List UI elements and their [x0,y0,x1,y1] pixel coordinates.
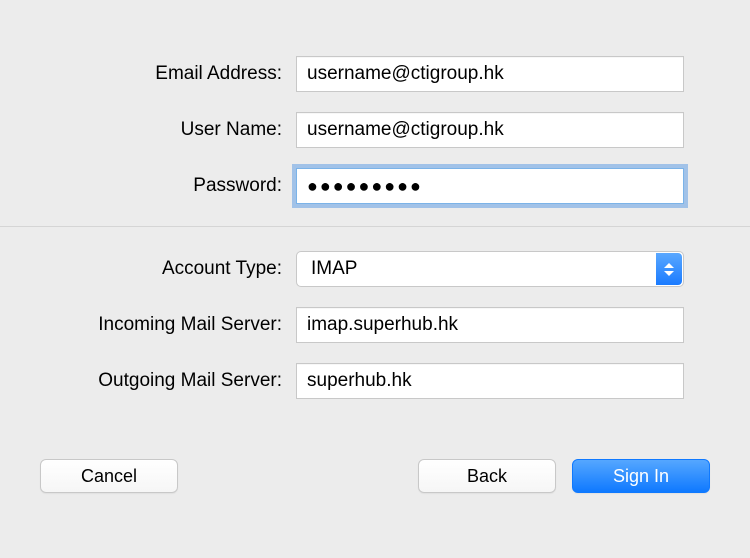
row-username: User Name: [40,112,710,148]
field-password: ●●●●●●●●● [296,168,684,204]
label-account-type: Account Type: [40,258,296,280]
row-incoming: Incoming Mail Server: [40,307,710,343]
incoming-server-input[interactable] [296,307,684,343]
cancel-button[interactable]: Cancel [40,459,178,493]
row-password: Password: ●●●●●●●●● [40,168,710,204]
field-email [296,56,684,92]
signin-button[interactable]: Sign In [572,459,710,493]
button-bar: Cancel Back Sign In [0,429,750,533]
label-incoming: Incoming Mail Server: [40,314,296,336]
email-input[interactable] [296,56,684,92]
spacer [194,459,402,493]
row-outgoing: Outgoing Mail Server: [40,363,710,399]
row-email: Email Address: [40,56,710,92]
account-type-select[interactable]: IMAP [296,251,684,287]
outgoing-server-input[interactable] [296,363,684,399]
credentials-section: Email Address: User Name: Password: ●●●●… [0,0,750,226]
label-username: User Name: [40,119,296,141]
label-password: Password: [40,175,296,197]
username-input[interactable] [296,112,684,148]
field-incoming [296,307,684,343]
label-outgoing: Outgoing Mail Server: [40,370,296,392]
password-input[interactable]: ●●●●●●●●● [296,168,684,204]
row-account-type: Account Type: IMAP [40,251,710,287]
field-account-type: IMAP [296,251,684,287]
field-outgoing [296,363,684,399]
server-section: Account Type: IMAP Incoming Mail Server:… [0,226,750,429]
chevron-up-down-icon [656,253,682,285]
field-username [296,112,684,148]
account-type-value: IMAP [311,258,357,280]
label-email: Email Address: [40,63,296,85]
back-button[interactable]: Back [418,459,556,493]
